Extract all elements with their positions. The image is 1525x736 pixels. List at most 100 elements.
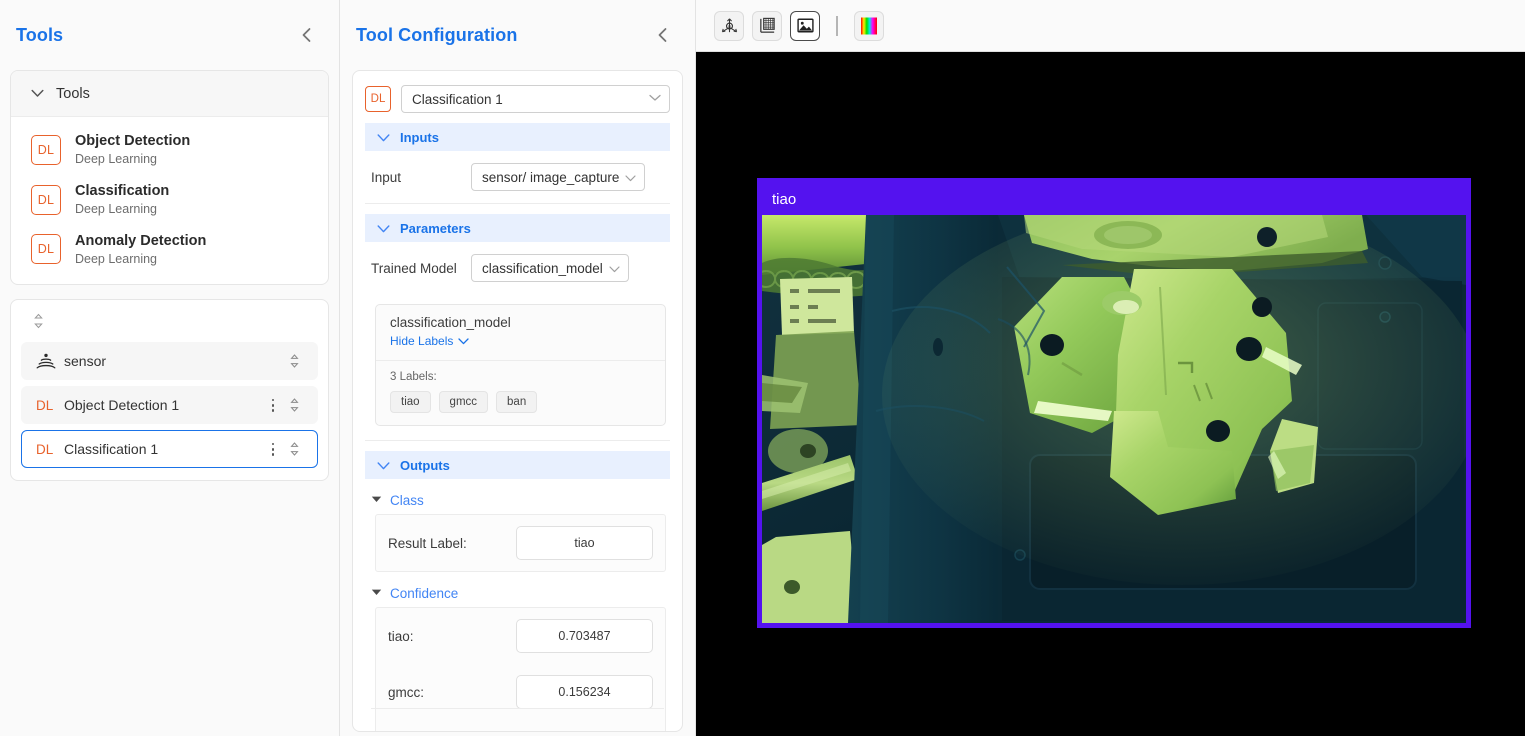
sensor-glyph [36,353,56,369]
depth-map-icon[interactable] [752,10,782,41]
pipeline-card: sensor DL Object Detection 1 DL Classifi… [10,299,329,482]
divider [371,708,664,709]
image-glyph [796,18,814,33]
config-panel-title: Tool Configuration [356,24,518,45]
tools-panel-header: Tools [0,0,339,70]
dl-badge-icon: DL [31,134,61,165]
hide-labels-toggle[interactable]: Hide Labels [390,334,470,348]
output-row: gmcc: 0.156234 [376,664,665,720]
section-parameters-header[interactable]: Parameters [365,214,670,242]
sort-updown-glyph [289,442,299,457]
caret-down-icon [371,588,382,599]
class-group-header[interactable]: Class [365,479,670,514]
chevron-left-glyph [658,28,666,42]
input-field-label: Input [371,169,402,185]
chevron-down-icon [377,458,390,473]
pipeline-row-label: sensor [64,353,107,370]
chevron-left-icon[interactable] [651,24,673,46]
pipeline-row-label: Object Detection 1 [64,397,180,414]
label-chips: tiao gmcc ban [390,391,651,413]
trained-model-select[interactable]: classification_model [471,254,629,282]
label-chip: tiao [390,391,431,413]
pipeline-row-classification-1[interactable]: DL Classification 1 [21,430,318,469]
row-sort-icon[interactable] [281,397,307,413]
row-menu-icon[interactable] [265,442,281,456]
row-sort-icon[interactable] [281,353,307,369]
dl-badge-icon: DL [365,86,391,112]
label-chip: gmcc [438,391,489,413]
sort-updown-icon[interactable] [25,313,51,329]
model-details-box: classification_model Hide Labels 3 Label… [375,304,666,426]
input-field-row: Input sensor/ image_capture [365,151,670,203]
chevron-left-icon[interactable] [295,24,317,46]
output-row-value: 0.703487 [516,619,653,653]
class-group-label: Class [390,493,424,508]
pipeline-row-label: Classification 1 [64,441,159,458]
image-viewer: tiao [696,0,1525,736]
trained-model-label: Trained Model [371,260,457,276]
tool-item-anomaly-detection[interactable]: DL Anomaly Detection Deep Learning [11,225,328,275]
section-outputs-header[interactable]: Outputs [365,451,670,479]
divider [365,440,670,441]
tool-item-subtitle: Deep Learning [75,251,158,266]
chevron-down-glyph [609,265,620,272]
label-chip: ban [496,391,538,413]
chevron-left-glyph [302,28,310,42]
row-menu-icon[interactable] [265,398,281,412]
tool-select-value: Classification 1 [412,91,503,107]
tool-item-classification[interactable]: DL Classification Deep Learning [11,175,328,225]
tools-list: DL Object Detection Deep Learning DL Cla… [11,117,328,284]
dl-badge-icon: DL [31,184,61,215]
caret-down-glyph [371,496,382,502]
detection-bounding-box[interactable]: tiao [757,178,1471,628]
tool-select[interactable]: Classification 1 [401,85,670,113]
tools-panel: Tools Tools DL Object Detection Deep Lea… [0,0,340,736]
page-title: Tools [16,24,64,45]
config-card: DL Classification 1 Inputs Input sensor/… [352,70,683,732]
captured-image-render [762,215,1466,623]
output-row-label: gmcc: [388,684,425,700]
output-row-label: tiao: [388,628,414,644]
chevron-down-glyph [649,94,661,101]
chevron-down-glyph [377,224,390,232]
config-card-inner: DL Classification 1 Inputs Input sensor/… [353,71,682,731]
section-inputs-label: Inputs [400,129,439,145]
pipeline-row-sensor[interactable]: sensor [21,342,318,381]
tools-accordion-header[interactable]: Tools [11,71,328,117]
image-icon[interactable] [790,10,820,41]
row-sort-icon[interactable] [281,441,307,457]
confidence-group-header[interactable]: Confidence [365,572,670,607]
colorbar-icon[interactable] [854,10,884,41]
model-details-top: classification_model Hide Labels [376,305,665,361]
tool-item-object-detection[interactable]: DL Object Detection Deep Learning [11,125,328,175]
sort-updown-glyph [289,354,299,369]
tool-item-subtitle: Deep Learning [75,201,158,216]
hide-labels-text: Hide Labels [390,334,454,348]
point-cloud-glyph [721,18,737,33]
viewer-toolbar [696,0,1525,52]
viewer-canvas[interactable]: tiao [696,52,1525,736]
colorbar-glyph [861,17,877,34]
chevron-down-glyph [377,461,390,469]
section-inputs-header[interactable]: Inputs [365,123,670,151]
chevron-down-glyph [625,174,636,181]
chevron-down-icon [377,221,390,236]
pipeline-row-object-detection-1[interactable]: DL Object Detection 1 [21,386,318,425]
output-row-value: 0.156234 [516,675,653,709]
output-row: tiao: 0.703487 [376,608,665,664]
depth-map-glyph [759,17,775,33]
input-source-value: sensor/ image_capture [482,169,620,185]
output-row: ban: 0.140279 [376,720,665,731]
point-cloud-icon[interactable] [714,10,744,41]
chevron-down-icon [377,130,390,145]
input-source-select[interactable]: sensor/ image_capture [471,163,646,191]
trained-model-row: Trained Model classification_model [365,242,670,294]
chevron-down-icon [649,93,661,105]
dl-badge-icon: DL [36,397,54,413]
tool-item-name: Anomaly Detection [75,232,207,249]
toolbar-separator [836,15,838,36]
output-row-label: Result Label: [388,535,467,551]
captured-image [762,215,1466,623]
dl-badge-icon: DL [36,441,54,457]
chevron-down-icon [458,337,470,344]
